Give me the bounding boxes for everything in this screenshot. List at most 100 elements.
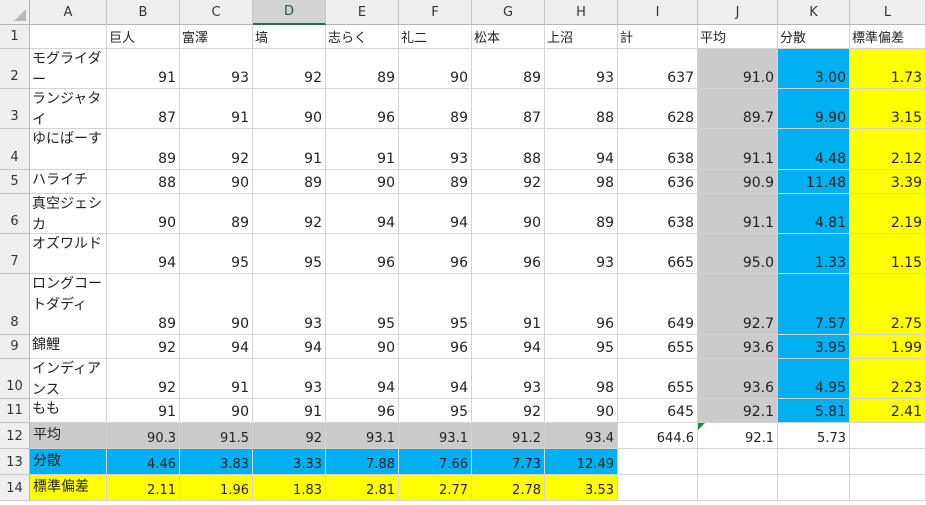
contestant-name-cell[interactable]: ランジャタイ [30, 89, 107, 129]
score-cell[interactable]: 90 [399, 49, 472, 89]
judge-stdev-cell[interactable]: 2.11 [107, 475, 180, 501]
score-cell[interactable]: 89 [107, 274, 180, 335]
score-cell[interactable]: 94 [326, 194, 399, 234]
score-cell[interactable]: 91 [253, 129, 326, 170]
variance-cell[interactable]: 7.57 [778, 274, 850, 335]
stdev-cell[interactable]: 2.41 [850, 399, 926, 423]
judge-header-cell[interactable]: 計 [618, 25, 698, 49]
score-cell[interactable]: 89 [253, 170, 326, 194]
score-cell[interactable]: 93 [545, 234, 618, 274]
score-cell[interactable]: 88 [107, 170, 180, 194]
row-header-7[interactable]: 7 [0, 234, 30, 274]
mean-cell[interactable]: 93.6 [698, 359, 778, 399]
row-header-1[interactable]: 1 [0, 25, 30, 49]
row-header-11[interactable]: 11 [0, 399, 30, 423]
score-cell[interactable]: 93 [253, 359, 326, 399]
column-header-f[interactable]: F [399, 0, 472, 25]
score-cell[interactable]: 94 [472, 335, 545, 359]
judge-stdev-cell[interactable]: 3.53 [545, 475, 618, 501]
score-cell[interactable]: 87 [107, 89, 180, 129]
mean-cell[interactable]: 91.1 [698, 194, 778, 234]
column-header-a[interactable]: A [30, 0, 107, 25]
score-cell[interactable]: 96 [545, 274, 618, 335]
summary-stdev-label[interactable]: 標準偏差 [30, 475, 107, 501]
stdev-cell[interactable]: 1.73 [850, 49, 926, 89]
score-cell[interactable]: 94 [545, 129, 618, 170]
empty-cell[interactable] [850, 423, 926, 449]
judge-header-cell[interactable]: 上沼 [545, 25, 618, 49]
summary-overall-variance-cell[interactable]: 5.73 [778, 423, 850, 449]
judge-header-cell[interactable]: 平均 [698, 25, 778, 49]
judge-stdev-cell[interactable]: 2.78 [472, 475, 545, 501]
score-cell[interactable]: 95 [545, 335, 618, 359]
judge-header-cell[interactable]: 分散 [778, 25, 850, 49]
contestant-name-cell[interactable]: もも [30, 399, 107, 423]
score-cell[interactable]: 92 [180, 129, 253, 170]
score-cell[interactable]: 90 [326, 170, 399, 194]
judge-variance-cell[interactable]: 3.83 [180, 449, 253, 475]
score-cell[interactable]: 89 [326, 49, 399, 89]
variance-cell[interactable]: 9.90 [778, 89, 850, 129]
score-cell[interactable]: 93 [472, 359, 545, 399]
variance-cell[interactable]: 3.00 [778, 49, 850, 89]
mean-cell[interactable]: 92.1 [698, 399, 778, 423]
mean-cell[interactable]: 90.9 [698, 170, 778, 194]
score-cell[interactable]: 93 [545, 49, 618, 89]
column-header-e[interactable]: E [326, 0, 399, 25]
judge-variance-cell[interactable]: 12.49 [545, 449, 618, 475]
score-cell[interactable]: 91 [180, 89, 253, 129]
score-cell[interactable]: 92 [107, 359, 180, 399]
stdev-cell[interactable]: 2.12 [850, 129, 926, 170]
judge-header-cell[interactable]: 松本 [472, 25, 545, 49]
score-cell[interactable]: 89 [107, 129, 180, 170]
variance-cell[interactable]: 3.95 [778, 335, 850, 359]
judge-mean-cell[interactable]: 93.1 [326, 423, 399, 449]
score-cell[interactable]: 88 [545, 89, 618, 129]
judge-variance-cell[interactable]: 7.73 [472, 449, 545, 475]
stdev-cell[interactable]: 2.75 [850, 274, 926, 335]
score-cell[interactable]: 90 [107, 194, 180, 234]
score-cell[interactable]: 90 [545, 399, 618, 423]
score-cell[interactable]: 91 [180, 359, 253, 399]
judge-header-cell[interactable]: 標準偏差 [850, 25, 926, 49]
column-header-c[interactable]: C [180, 0, 253, 25]
judge-mean-cell[interactable]: 90.3 [107, 423, 180, 449]
judge-stdev-cell[interactable]: 1.96 [180, 475, 253, 501]
score-cell[interactable]: 89 [399, 89, 472, 129]
score-cell[interactable]: 91 [107, 49, 180, 89]
row-header-12[interactable]: 12 [0, 423, 30, 449]
row-header-3[interactable]: 3 [0, 89, 30, 129]
judge-header-cell[interactable]: 富澤 [180, 25, 253, 49]
score-cell[interactable]: 92 [253, 49, 326, 89]
judge-variance-cell[interactable]: 7.66 [399, 449, 472, 475]
score-cell[interactable]: 90 [253, 89, 326, 129]
score-cell[interactable]: 90 [180, 170, 253, 194]
total-cell[interactable]: 645 [618, 399, 698, 423]
column-header-i[interactable]: I [618, 0, 698, 25]
empty-cell[interactable] [850, 449, 926, 475]
total-cell[interactable]: 665 [618, 234, 698, 274]
judge-header-cell[interactable]: 塙 [253, 25, 326, 49]
total-cell[interactable]: 636 [618, 170, 698, 194]
score-cell[interactable]: 96 [326, 89, 399, 129]
contestant-name-cell[interactable]: 真空ジェシカ [30, 194, 107, 234]
summary-mean-label[interactable]: 平均 [30, 423, 107, 449]
stdev-cell[interactable]: 1.15 [850, 234, 926, 274]
score-cell[interactable]: 92 [253, 194, 326, 234]
score-cell[interactable]: 95 [253, 234, 326, 274]
score-cell[interactable]: 95 [326, 274, 399, 335]
column-header-j[interactable]: J [698, 0, 778, 25]
stdev-cell[interactable]: 1.99 [850, 335, 926, 359]
score-cell[interactable]: 96 [326, 234, 399, 274]
total-cell[interactable]: 655 [618, 335, 698, 359]
score-cell[interactable]: 94 [180, 335, 253, 359]
empty-cell[interactable] [778, 449, 850, 475]
judge-stdev-cell[interactable]: 2.81 [326, 475, 399, 501]
stdev-cell[interactable]: 3.39 [850, 170, 926, 194]
score-cell[interactable]: 89 [399, 170, 472, 194]
score-cell[interactable]: 94 [399, 359, 472, 399]
score-cell[interactable]: 87 [472, 89, 545, 129]
score-cell[interactable]: 89 [180, 194, 253, 234]
empty-cell[interactable] [698, 449, 778, 475]
mean-cell[interactable]: 93.6 [698, 335, 778, 359]
